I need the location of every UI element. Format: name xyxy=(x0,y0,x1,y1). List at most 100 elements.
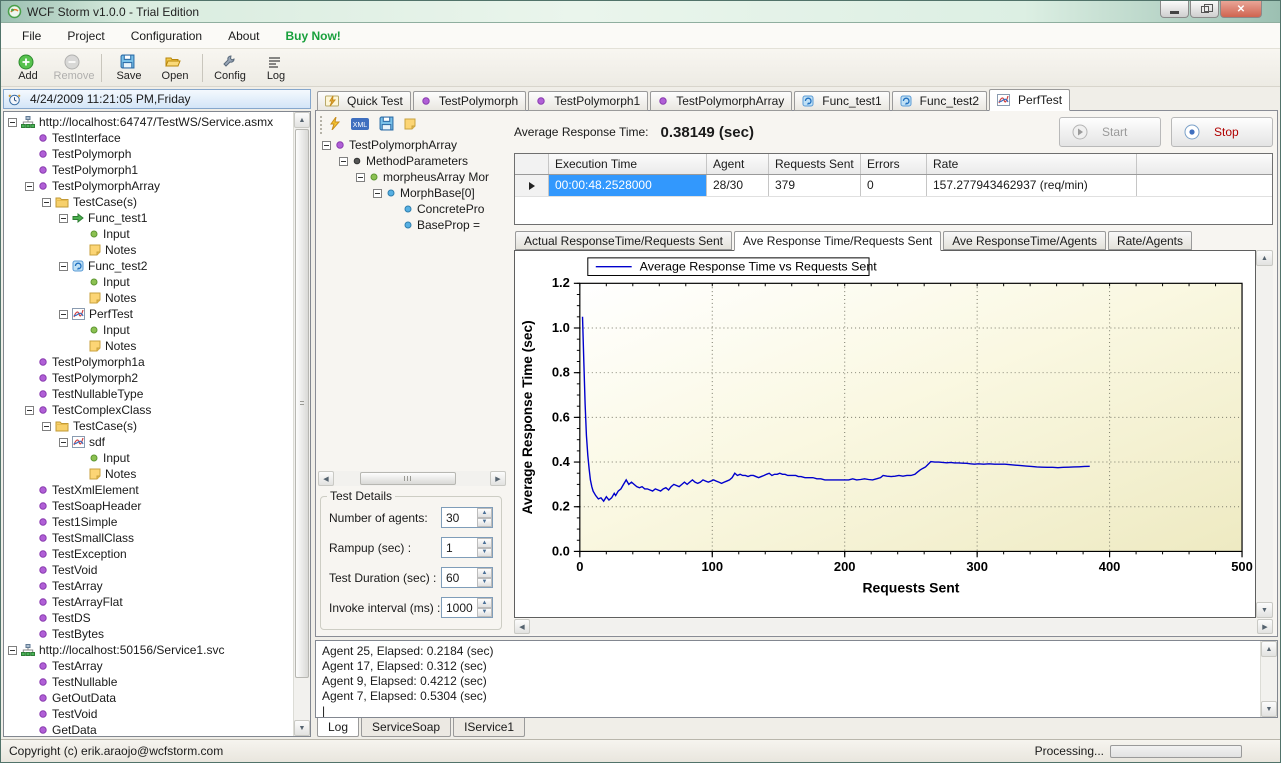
config-button[interactable]: Config xyxy=(207,50,253,86)
service-tree-node-testarray[interactable]: TestArray xyxy=(6,578,291,594)
close-button[interactable]: ✕ xyxy=(1220,1,1262,18)
subtab-actual-responsetime-requests-sent[interactable]: Actual ResponseTime/Requests Sent xyxy=(515,231,732,250)
service-tree-node-http-localhost-50156-service1-svc[interactable]: http://localhost:50156/Service1.svc xyxy=(6,642,291,658)
service-tree-node-testnullabletype[interactable]: TestNullableType xyxy=(6,386,291,402)
log-tab-servicesoap[interactable]: ServiceSoap xyxy=(361,718,451,737)
collapse-expander-icon[interactable] xyxy=(42,422,51,431)
test-duration-sec-spinner[interactable]: 60▲▼ xyxy=(441,567,493,588)
service-tree-node-testds[interactable]: TestDS xyxy=(6,610,291,626)
tab-quick-test[interactable]: Quick Test xyxy=(317,91,411,111)
service-tree-node-testbytes[interactable]: TestBytes xyxy=(6,626,291,642)
service-tree-node-input[interactable]: Input xyxy=(6,274,291,290)
scroll-left-icon[interactable]: ◀ xyxy=(514,619,530,634)
log-tab-log[interactable]: Log xyxy=(317,717,359,737)
spin-down-icon[interactable]: ▼ xyxy=(477,578,492,588)
tab-testpolymorph[interactable]: TestPolymorph xyxy=(413,91,526,111)
service-tree-node-testinterface[interactable]: TestInterface xyxy=(6,130,291,146)
scrollbar-thumb[interactable] xyxy=(295,129,309,678)
menu-item-buy-now-[interactable]: Buy Now! xyxy=(272,25,353,47)
params-tree-node-concretepro[interactable]: ConcretePro xyxy=(320,201,506,217)
toolbar-grip[interactable] xyxy=(320,116,323,134)
grid-column-header[interactable]: Errors xyxy=(861,154,927,174)
service-tree-scrollbar[interactable]: ▲ ▼ xyxy=(293,112,310,736)
tab-testpolymorpharray[interactable]: TestPolymorphArray xyxy=(650,91,792,111)
service-tree-node-input[interactable]: Input xyxy=(6,450,291,466)
spin-up-icon[interactable]: ▲ xyxy=(477,598,492,608)
service-tree-node-notes[interactable]: Notes xyxy=(6,338,291,354)
params-tree-node-methodparameters[interactable]: MethodParameters xyxy=(320,153,506,169)
tab-testpolymorph1[interactable]: TestPolymorph1 xyxy=(528,91,648,111)
grid-cell[interactable]: 157.277943462937 (req/min) xyxy=(927,175,1137,196)
service-tree-node-input[interactable]: Input xyxy=(6,226,291,242)
collapse-expander-icon[interactable] xyxy=(373,189,382,198)
log-button[interactable]: Log xyxy=(253,50,299,86)
tab-perftest[interactable]: PerfTest xyxy=(989,89,1070,111)
service-tree-node-testpolymorph1[interactable]: TestPolymorph1 xyxy=(6,162,291,178)
collapse-expander-icon[interactable] xyxy=(59,262,68,271)
scroll-right-icon[interactable]: ▶ xyxy=(1257,619,1273,634)
service-tree-node-getdata[interactable]: GetData xyxy=(6,722,291,734)
service-tree-node-sdf[interactable]: sdf xyxy=(6,434,291,450)
collapse-expander-icon[interactable] xyxy=(59,310,68,319)
parameters-hscrollbar[interactable]: ◀ ▶ xyxy=(318,471,506,486)
spin-up-icon[interactable]: ▲ xyxy=(477,538,492,548)
service-tree-node-testvoid[interactable]: TestVoid xyxy=(6,562,291,578)
rampup-sec-spinner[interactable]: 1▲▼ xyxy=(441,537,493,558)
service-tree-node-test1simple[interactable]: Test1Simple xyxy=(6,514,291,530)
tab-func-test2[interactable]: Func_test2 xyxy=(892,91,987,111)
minimize-button[interactable] xyxy=(1160,1,1189,18)
collapse-expander-icon[interactable] xyxy=(8,646,17,655)
save-tool-button[interactable] xyxy=(379,116,398,134)
service-tree-node-testvoid[interactable]: TestVoid xyxy=(6,706,291,722)
service-tree-node-testexception[interactable]: TestException xyxy=(6,546,291,562)
collapse-expander-icon[interactable] xyxy=(339,157,348,166)
collapse-expander-icon[interactable] xyxy=(8,118,17,127)
menu-item-file[interactable]: File xyxy=(9,25,54,47)
subtab-ave-responsetime-agents[interactable]: Ave ResponseTime/Agents xyxy=(943,231,1106,250)
service-tree-node-testarrayflat[interactable]: TestArrayFlat xyxy=(6,594,291,610)
spinner-value[interactable]: 60 xyxy=(442,568,477,587)
spin-down-icon[interactable]: ▼ xyxy=(477,608,492,618)
spinner-value[interactable]: 1 xyxy=(442,538,477,557)
service-tree-node-testpolymorph[interactable]: TestPolymorph xyxy=(6,146,291,162)
log-scrollbar[interactable]: ▲ ▼ xyxy=(1260,641,1277,717)
scroll-down-icon[interactable]: ▼ xyxy=(1261,701,1277,717)
scroll-down-icon[interactable]: ▼ xyxy=(1256,602,1273,618)
service-tree-node-notes[interactable]: Notes xyxy=(6,242,291,258)
scroll-down-icon[interactable]: ▼ xyxy=(294,720,310,736)
spin-up-icon[interactable]: ▲ xyxy=(477,508,492,518)
service-tree-node-testsmallclass[interactable]: TestSmallClass xyxy=(6,530,291,546)
scroll-right-icon[interactable]: ▶ xyxy=(490,471,506,486)
grid-column-header[interactable]: Agent xyxy=(707,154,769,174)
service-tree-node-func-test2[interactable]: Func_test2 xyxy=(6,258,291,274)
collapse-expander-icon[interactable] xyxy=(59,438,68,447)
log-tab-iservice1[interactable]: IService1 xyxy=(453,718,525,737)
service-tree-node-testpolymorpharray[interactable]: TestPolymorphArray xyxy=(6,178,291,194)
grid-cell[interactable]: 28/30 xyxy=(707,175,769,196)
collapse-expander-icon[interactable] xyxy=(42,198,51,207)
service-tree-node-testarray[interactable]: TestArray xyxy=(6,658,291,674)
tab-func-test1[interactable]: Func_test1 xyxy=(794,91,889,111)
params-tree-node-morphbase-0-[interactable]: MorphBase[0] xyxy=(320,185,506,201)
service-tree-node-testpolymorph1a[interactable]: TestPolymorph1a xyxy=(6,354,291,370)
service-tree-node-getoutdata[interactable]: GetOutData xyxy=(6,690,291,706)
restore-button[interactable] xyxy=(1190,1,1219,18)
menu-item-configuration[interactable]: Configuration xyxy=(118,25,215,47)
service-tree-node-testpolymorph2[interactable]: TestPolymorph2 xyxy=(6,370,291,386)
service-tree-node-input[interactable]: Input xyxy=(6,322,291,338)
grid-cell[interactable]: 00:00:48.2528000 xyxy=(549,175,707,196)
grid-column-header[interactable]: Execution Time xyxy=(549,154,707,174)
save-button[interactable]: Save xyxy=(106,50,152,86)
spin-down-icon[interactable]: ▼ xyxy=(477,518,492,528)
scroll-up-icon[interactable]: ▲ xyxy=(1256,250,1273,266)
scrollbar-thumb[interactable] xyxy=(360,472,456,485)
menu-item-project[interactable]: Project xyxy=(54,25,117,47)
collapse-expander-icon[interactable] xyxy=(25,406,34,415)
start-button[interactable]: Start xyxy=(1059,117,1161,147)
subtab-ave-response-time-requests-sent[interactable]: Ave Response Time/Requests Sent xyxy=(734,231,941,251)
notes-tool-button[interactable] xyxy=(404,118,420,133)
service-tree-node-func-test1[interactable]: Func_test1 xyxy=(6,210,291,226)
params-tree-node-testpolymorpharray[interactable]: TestPolymorphArray xyxy=(320,137,506,153)
stop-button[interactable]: Stop xyxy=(1171,117,1273,147)
chart-vscrollbar[interactable]: ▲ ▼ xyxy=(1256,250,1273,618)
